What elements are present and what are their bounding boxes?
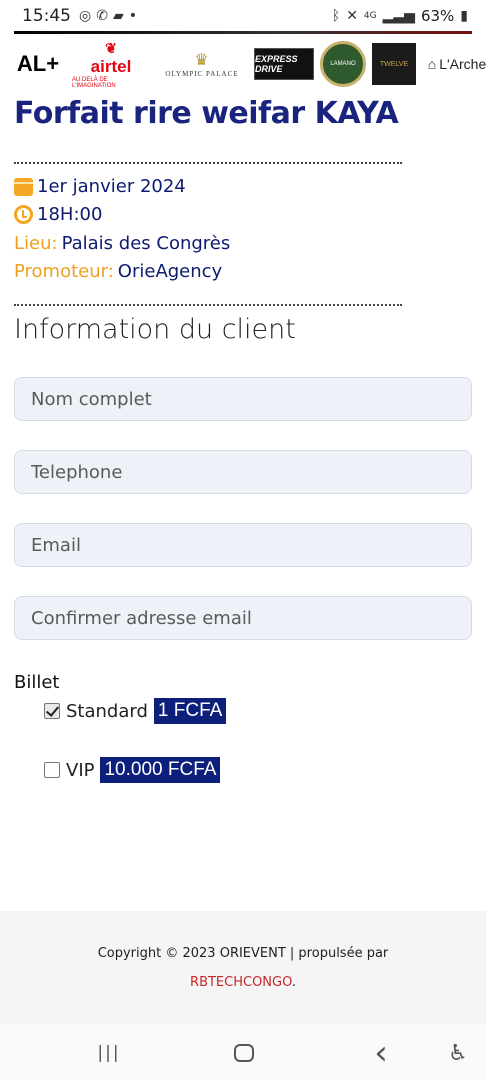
promoter-value: OrieAgency — [117, 261, 223, 282]
battery-level: 63% — [420, 7, 455, 25]
sponsor-logo-twelve[interactable]: TWELVE — [372, 43, 416, 85]
sponsor-logo-arche[interactable]: ⌂ L'Arche — [422, 41, 486, 87]
event-title: Forfait rire weifar KAYA — [14, 96, 399, 131]
standard-label: Standard — [66, 700, 148, 722]
alarm-clock-icon — [14, 205, 33, 224]
message-icon: ▰ — [112, 8, 124, 24]
phone-input[interactable] — [14, 450, 472, 494]
event-promoter-row: Promoteur: OrieAgency — [14, 261, 222, 282]
vip-price: 10.000 FCFA — [100, 757, 221, 783]
email-input[interactable] — [14, 523, 472, 567]
ticket-option-standard[interactable]: Standard 1 FCFA — [44, 698, 227, 724]
sponsor-logo-express-drive[interactable]: EXPRESS DRIVE — [254, 48, 314, 80]
sponsor-logo-lamano[interactable]: LAMANO — [320, 41, 366, 87]
status-bar: 15:45 ◎ ✆ ▰ • ᛒ ✕ 4G ▂▃▅ 63% ▮ — [0, 0, 486, 32]
sponsor-logo-olympic-palace[interactable]: ♛ OLYMPIC PALACE — [156, 41, 248, 87]
standard-price: 1 FCFA — [153, 698, 227, 724]
vip-label: VIP — [66, 759, 95, 781]
event-time: 18H:00 — [37, 204, 103, 225]
recents-button[interactable]: ||| — [94, 1038, 124, 1068]
client-info-heading: Information du client — [14, 314, 296, 345]
event-date: 1er janvier 2024 — [37, 176, 186, 197]
confirm-email-input[interactable] — [14, 596, 472, 640]
arche-icon: ⌂ — [427, 56, 437, 72]
airtel-swirl-icon: ❦ — [105, 39, 117, 56]
whatsapp-icon: ✆ — [96, 8, 108, 24]
event-time-row: 18H:00 — [14, 204, 102, 225]
venue-label: Lieu: — [14, 233, 58, 254]
ticket-option-vip[interactable]: VIP 10.000 FCFA — [44, 757, 221, 783]
back-button[interactable]: ‹ — [366, 1033, 396, 1073]
status-time: 15:45 — [22, 6, 71, 26]
calendar-icon — [14, 177, 33, 196]
notification-icons: ◎ ✆ ▰ • — [79, 8, 137, 24]
event-date-row: 1er janvier 2024 — [14, 176, 186, 197]
ticket-label: Billet — [14, 672, 60, 693]
signal-icon: ▂▃▅ — [382, 8, 415, 24]
sponsor-logo-canal[interactable]: AL+ — [10, 41, 66, 87]
instagram-icon: ◎ — [79, 8, 92, 24]
sponsor-strip: AL+ ❦ airtel AU DELÀ DE L'IMAGINATION ♛ … — [0, 38, 486, 90]
page-footer: Copyright © 2023 ORIEVENT | propulsée pa… — [0, 911, 486, 1024]
venue-value: Palais des Congrès — [61, 233, 231, 254]
vip-checkbox[interactable] — [44, 762, 60, 778]
event-venue-row: Lieu: Palais des Congrès — [14, 233, 230, 254]
mute-icon: ✕ — [346, 8, 358, 24]
bluetooth-icon: ᛒ — [331, 8, 341, 24]
full-name-input[interactable] — [14, 377, 472, 421]
home-button[interactable] — [229, 1038, 259, 1068]
crown-icon: ♛ — [194, 52, 210, 69]
sponsor-logo-airtel[interactable]: ❦ airtel AU DELÀ DE L'IMAGINATION — [72, 39, 150, 89]
accessibility-icon: ♿︎ — [448, 1040, 468, 1066]
battery-icon: ▮ — [460, 8, 468, 24]
4g-icon: 4G — [363, 11, 377, 21]
promoter-label: Promoteur: — [14, 261, 114, 282]
divider-bottom — [14, 304, 402, 306]
back-icon: ‹ — [374, 1033, 388, 1073]
recents-icon: ||| — [97, 1043, 121, 1063]
footer-link-row: RBTECHCONGO. — [190, 975, 296, 990]
copyright-text: Copyright © 2023 ORIEVENT | propulsée pa… — [97, 946, 389, 961]
system-icons: ᛒ ✕ 4G ▂▃▅ 63% ▮ — [332, 7, 468, 25]
rbtechcongo-link[interactable]: RBTECHCONGO — [190, 975, 292, 990]
header-divider — [14, 31, 472, 34]
dot-icon: • — [128, 8, 137, 24]
divider-top — [14, 162, 402, 164]
accessibility-button[interactable]: ♿︎ — [443, 1038, 473, 1068]
system-nav-bar: ||| ‹ ♿︎ — [0, 1024, 486, 1080]
home-icon — [234, 1044, 254, 1062]
standard-checkbox[interactable] — [44, 703, 60, 719]
